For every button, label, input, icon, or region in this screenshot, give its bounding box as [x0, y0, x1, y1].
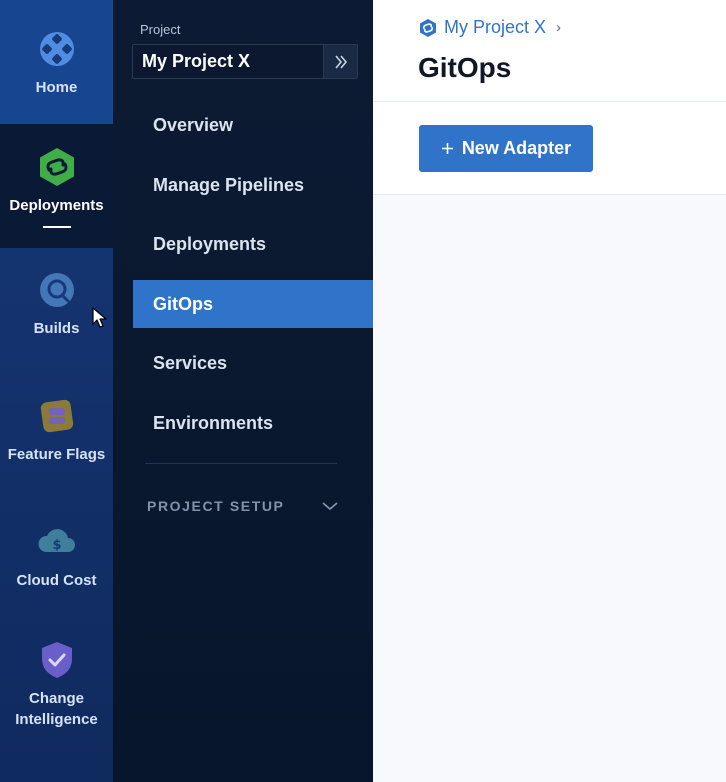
project-name: My Project X [142, 51, 251, 71]
project-icon [420, 18, 436, 37]
nav-item-gitops[interactable]: GitOps [133, 280, 373, 328]
breadcrumb[interactable]: My Project X › [418, 17, 561, 38]
module-label: Home [35, 78, 78, 96]
nav-item-label: Services [153, 352, 228, 373]
module-label-line-2: Intelligence [15, 711, 98, 728]
project-nav: Project My Project X Overview Manage Pip… [113, 0, 373, 782]
nav-item-manage-pipelines[interactable]: Manage Pipelines [133, 161, 373, 209]
module-label-line-1: Change [28, 690, 84, 707]
nav-item-label: Environments [153, 412, 274, 433]
nav-divider [145, 463, 337, 464]
module-label: Builds [33, 320, 80, 337]
nav-item-environments[interactable]: Environments [133, 399, 373, 447]
module-label: Deployments [9, 196, 104, 214]
module-change-intelligence[interactable]: Change Intelligence [0, 638, 113, 730]
module-home[interactable]: Home [0, 0, 113, 124]
module-deployments[interactable]: Deployments [0, 124, 113, 248]
mouse-cursor-icon [92, 307, 107, 328]
nav-item-label: Deployments [153, 233, 267, 254]
page-title: GitOps [418, 52, 512, 83]
active-indicator [42, 225, 71, 228]
change-intelligence-icon [35, 638, 79, 682]
new-adapter-label: New Adapter [461, 138, 572, 158]
breadcrumb-separator: › [556, 19, 562, 36]
project-label: Project [140, 22, 181, 37]
builds-icon [35, 268, 79, 312]
double-chevron-right-icon [334, 54, 347, 69]
home-icon [35, 27, 79, 71]
section-label: PROJECT SETUP [147, 498, 285, 514]
expand-nav-button[interactable] [323, 45, 357, 78]
nav-item-services[interactable]: Services [133, 339, 373, 387]
main-content: My Project X › GitOps New Adapter [373, 0, 726, 782]
plus-icon [441, 143, 453, 154]
new-adapter-button[interactable]: New Adapter [419, 125, 593, 172]
svg-text:$: $ [52, 538, 61, 553]
toolbar: New Adapter [373, 102, 726, 195]
module-label: Cloud Cost [16, 572, 97, 589]
module-label: Feature Flags [7, 446, 106, 463]
cloud-cost-icon: $ [35, 520, 79, 564]
project-selector[interactable]: My Project X [132, 44, 358, 79]
project-setup-toggle[interactable]: PROJECT SETUP [147, 495, 339, 517]
nav-item-label: Overview [153, 114, 234, 135]
module-rail: Home Deployments Builds Feature Flags $ … [0, 0, 113, 782]
nav-item-label: Manage Pipelines [153, 174, 305, 195]
nav-item-label: GitOps [153, 293, 214, 314]
deployments-icon [35, 145, 79, 189]
breadcrumb-project[interactable]: My Project X [444, 17, 546, 38]
chevron-down-icon [322, 502, 338, 511]
module-cloud-cost[interactable]: $ Cloud Cost [0, 520, 113, 591]
nav-item-overview[interactable]: Overview [133, 101, 373, 149]
page-header: My Project X › GitOps [373, 0, 726, 102]
module-feature-flags[interactable]: Feature Flags [0, 394, 113, 465]
nav-item-deployments[interactable]: Deployments [133, 220, 373, 268]
feature-flags-icon [35, 394, 79, 438]
